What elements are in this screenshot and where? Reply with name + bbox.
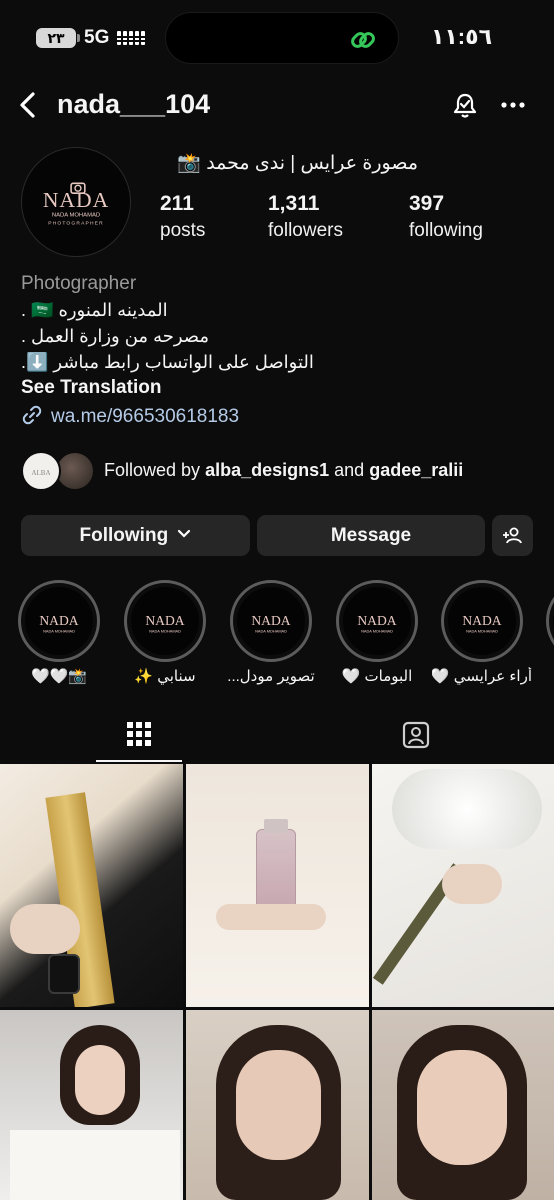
message-button-label: Message [330,525,412,546]
dynamic-island [165,12,399,64]
chevron-down-icon [178,529,191,538]
follower-avatar [55,451,95,491]
network-label: 5G [84,27,110,48]
username: nada___104 [57,89,211,119]
highlight-item[interactable]: NADA NADA MOHAMAD 📸🤍🤍 [18,580,100,685]
post-thumbnail[interactable] [186,1010,369,1200]
follower-username: alba_designs1 [205,460,330,480]
svg-text:ALBA: ALBA [31,469,50,477]
stat-posts[interactable]: 211 posts [160,192,205,242]
highlight-cover: NADA NADA MOHAMAD [448,587,516,655]
display-name: مصورة عرايس | ندى محمد 📸 [177,153,418,174]
see-translation-link[interactable]: See Translation [21,377,161,399]
highlight-caption: ... [546,667,554,684]
svg-text:NADA MOHAMAD: NADA MOHAMAD [52,213,100,219]
stat-posts-count: 211 [160,192,194,215]
add-person-icon [502,527,522,544]
message-button[interactable]: Message [257,515,485,556]
svg-text:NADA: NADA [462,613,501,628]
highlight-cover: NADA NADA MOHAMAD [131,587,199,655]
followed-by-and: and [334,460,365,480]
chevron-left-icon[interactable] [14,90,44,120]
svg-text:NADA MOHAMAD: NADA MOHAMAD [466,629,498,634]
signal-icon [117,31,147,45]
post-thumbnail[interactable] [186,764,369,1007]
stat-following-count: 397 [409,192,445,215]
stat-following-label: following [409,220,483,241]
followed-by-text: Followed by alba_designs1 and gadee_rali… [104,460,463,481]
profile-tabs [0,712,554,764]
highlight-cover: NADA NADA MOHAMAD [25,587,93,655]
svg-text:NADA MOHAMAD: NADA MOHAMAD [361,629,393,634]
svg-text:NADA: NADA [43,188,109,212]
highlight-caption: تصوير مودل... [227,668,315,685]
followed-by[interactable]: ALBA Followed by alba_designs1 and gadee… [21,451,541,495]
tagged-icon[interactable] [401,720,431,750]
stat-followers[interactable]: 1,311 followers [268,192,343,242]
alba-logo: ALBA [31,469,50,477]
svg-text:NADA: NADA [251,613,290,628]
grid-icon[interactable] [126,721,152,747]
nada-logo: NADA NADA MOHAMAD PHOTOGRAPHER [43,182,109,227]
link-icon [22,405,42,425]
clock: ١١:٥٦ [430,24,492,49]
highlight-cover: NADA NADA MOHAMAD [343,587,411,655]
followed-by-prefix: Followed by [104,460,201,480]
stat-posts-label: posts [160,220,206,241]
profile-header: nada___104 [0,80,554,132]
highlight-item[interactable]: NADA NADA MOHAMAD البومات 🤍 [336,580,418,685]
posts-grid [0,764,554,1200]
highlight-item[interactable]: NADA NADA MOHAMAD تصوير مودل... [227,580,315,685]
follower-username: gadee_ralii [369,460,464,480]
svg-text:NADA MOHAMAD: NADA MOHAMAD [43,629,75,634]
svg-text:NADA: NADA [357,613,396,628]
post-thumbnail[interactable] [0,1010,183,1200]
svg-text:NADA MOHAMAD: NADA MOHAMAD [149,629,181,634]
bio-line: مصرحه من وزارة العمل . [21,326,210,346]
bio-line: المدينه المنوره 🇸🇦 . [21,300,168,320]
svg-text:NADA: NADA [39,613,78,628]
following-button[interactable]: Following [21,515,250,556]
bell-icon[interactable] [451,91,479,119]
highlight-item[interactable]: NADA NADA MOHAMAD سنابي ✨ [124,580,206,685]
post-thumbnail[interactable] [372,1010,554,1200]
highlight-item[interactable]: NADA NADA MOHAMAD أراء عرايسي 🤍 . [432,580,532,685]
highlight-caption: أراء عرايسي 🤍 . [432,668,532,685]
stat-followers-label: followers [268,220,343,241]
highlight-cover: NADA NADA MOHAMAD [237,587,305,655]
category-label: Photographer [21,273,137,294]
svg-text:PHOTOGRAPHER: PHOTOGRAPHER [48,221,104,227]
svg-text:NADA MOHAMAD: NADA MOHAMAD [255,629,287,634]
website-link-text: wa.me/966530618183 [51,406,240,427]
bio: Photographer المدينه المنوره 🇸🇦 . مصرحه … [21,273,541,373]
svg-text:NADA: NADA [145,613,184,628]
highlight-item[interactable]: ... [546,580,554,684]
post-thumbnail[interactable] [372,764,554,1007]
suggested-users-button[interactable] [492,515,533,556]
more-icon[interactable] [499,91,527,119]
battery-indicator: ٢٣ [36,28,80,48]
stat-followers-count: 1,311 [268,192,320,215]
follower-avatar: ALBA [21,451,61,491]
link-activity-icon [351,32,375,48]
stat-following[interactable]: 397 following [409,192,483,242]
following-button-label: Following [79,525,169,546]
status-bar: ٢٣ 5G ١١:٥٦ [0,0,554,80]
post-thumbnail[interactable] [0,764,183,1007]
active-tab-indicator [96,760,182,762]
website-link[interactable]: wa.me/966530618183 [21,404,239,428]
highlight-caption: البومات 🤍 [341,668,413,685]
highlight-caption: 📸🤍🤍 [30,668,88,685]
bio-line: التواصل على الواتساب رابط مباشر ⬇️. [21,352,314,372]
profile-avatar[interactable]: NADA NADA MOHAMAD PHOTOGRAPHER [21,147,131,257]
highlight-caption: سنابي ✨ [134,668,196,685]
